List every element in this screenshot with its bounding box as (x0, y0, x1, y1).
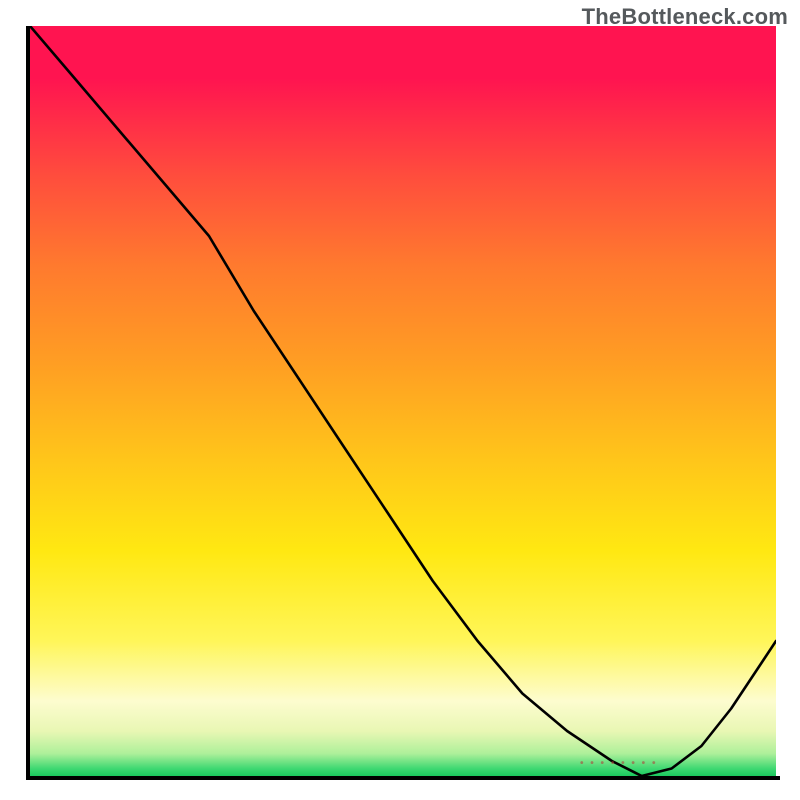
optimal-range-marker: • • • • • • • • (580, 758, 657, 769)
chart-container: TheBottleneck.com • • • • • • • • (0, 0, 800, 800)
chart-axes (26, 26, 780, 780)
